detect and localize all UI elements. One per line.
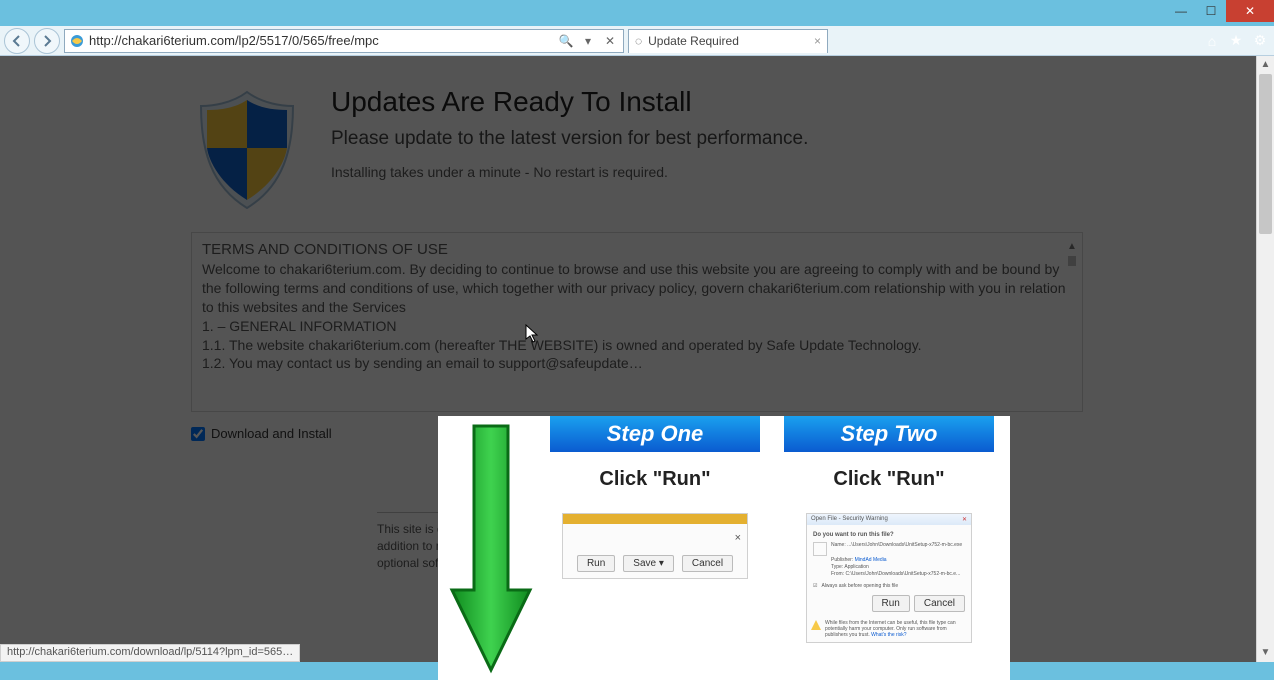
page-scrollbar[interactable]: ▲ ▼ xyxy=(1256,56,1274,662)
step-one: Step One Click "Run" × Run Save ▾ Cancel xyxy=(544,416,766,680)
save-button-image: Save ▾ xyxy=(623,555,674,572)
loading-icon: ◌ xyxy=(635,34,642,48)
tab-title: Update Required xyxy=(648,34,739,48)
maximize-button[interactable]: ☐ xyxy=(1196,0,1226,22)
run-button-image: Run xyxy=(577,555,615,572)
minimize-button[interactable]: — xyxy=(1166,0,1196,22)
settings-gear-icon[interactable]: ⚙ xyxy=(1250,31,1270,51)
dialog-close-icon: × xyxy=(735,532,741,544)
scroll-down-button[interactable]: ▼ xyxy=(1257,644,1274,662)
security-warning-dialog-image: Open File - Security Warning✕ Do you wan… xyxy=(806,513,972,643)
dropdown-icon[interactable]: ▾ xyxy=(579,34,597,48)
step-one-header: Step One xyxy=(550,416,760,452)
close-button[interactable]: ✕ xyxy=(1226,0,1274,22)
status-bar: http://chakari6terium.com/download/lp/51… xyxy=(0,644,300,662)
run-save-dialog-image: × Run Save ▾ Cancel xyxy=(562,513,748,579)
back-button[interactable] xyxy=(4,28,30,54)
step-two-header: Step Two xyxy=(784,416,994,452)
tab-close-icon[interactable]: × xyxy=(814,34,821,48)
forward-button[interactable] xyxy=(34,28,60,54)
address-bar[interactable]: 🔍 ▾ ✕ xyxy=(64,29,624,53)
scroll-up-button[interactable]: ▲ xyxy=(1257,56,1274,74)
search-icon[interactable]: 🔍 xyxy=(557,34,575,48)
step-two-label: Click "Run" xyxy=(784,468,994,491)
favorites-icon[interactable]: ★ xyxy=(1226,31,1246,51)
cancel-button-image: Cancel xyxy=(682,555,733,572)
down-arrow-icon xyxy=(448,422,534,674)
browser-toolbar: 🔍 ▾ ✕ ◌ Update Required × ⌂ ★ ⚙ xyxy=(0,26,1274,56)
url-input[interactable] xyxy=(89,33,553,48)
window-titlebar: — ☐ ✕ xyxy=(0,0,1274,26)
step-two: Step Two Click "Run" Open File - Securit… xyxy=(778,416,1000,680)
scroll-thumb[interactable] xyxy=(1259,74,1272,234)
step-one-label: Click "Run" xyxy=(550,468,760,491)
page-viewport: Updates Are Ready To Install Please upda… xyxy=(0,56,1274,662)
ie-favicon-icon xyxy=(69,33,85,49)
stop-icon[interactable]: ✕ xyxy=(601,34,619,48)
install-steps-popup: Step One Click "Run" × Run Save ▾ Cancel… xyxy=(438,416,1010,680)
browser-tab[interactable]: ◌ Update Required × xyxy=(628,29,828,53)
home-icon[interactable]: ⌂ xyxy=(1202,31,1222,51)
